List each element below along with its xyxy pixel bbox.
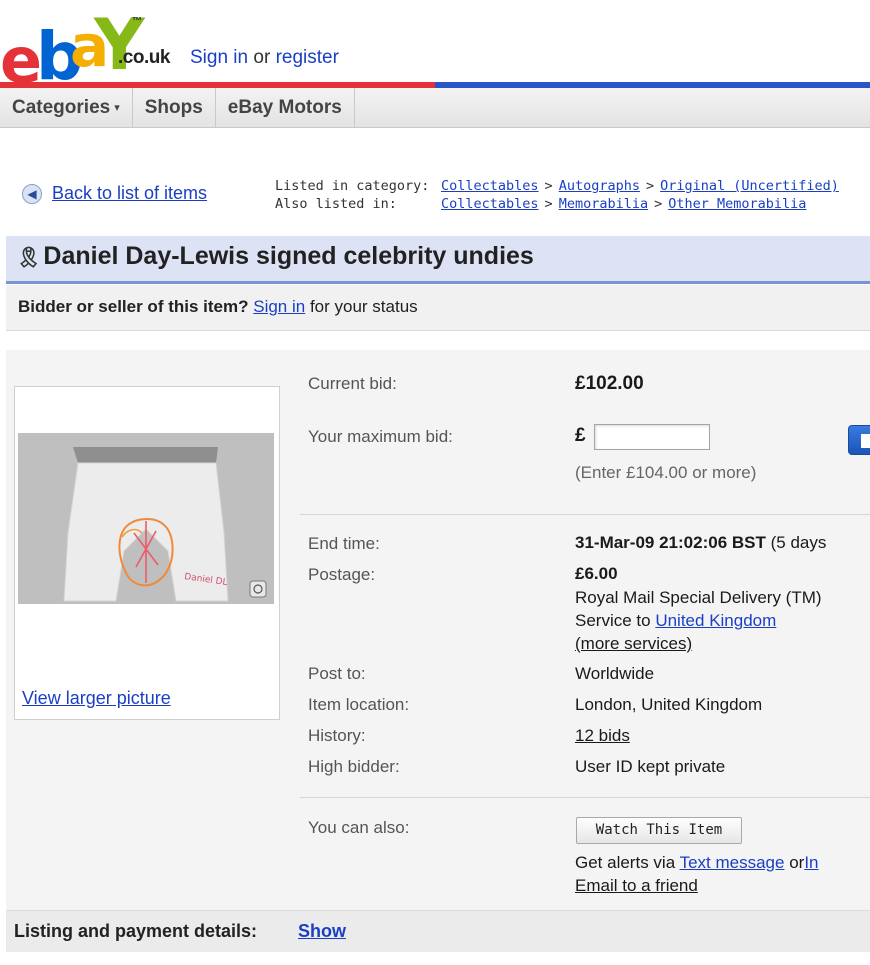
alerts-row: Get alerts via Text message orIn <box>575 853 819 873</box>
current-bid-value: £102.00 <box>575 373 644 394</box>
item-title: 🎗Daniel Day-Lewis signed celebrity undie… <box>16 242 534 271</box>
place-bid-button[interactable] <box>848 425 870 455</box>
history-label: History: <box>308 726 366 745</box>
service-to-text: Service to <box>575 611 651 630</box>
current-bid-label: Current bid: <box>308 374 397 393</box>
domain-suffix: .co.uk <box>118 47 170 68</box>
bidder-status-bar: Bidder or seller of this item? Sign in f… <box>6 285 870 331</box>
also-listed-row: Also listed in: Collectables > Memorabil… <box>275 196 839 214</box>
high-bidder-value: User ID kept private <box>575 757 726 776</box>
back-to-list-label: Back to list of items <box>52 183 208 203</box>
sign-in-link[interactable]: Sign in <box>190 47 248 68</box>
enter-bid-hint: (Enter £104.00 or more) <box>575 463 757 482</box>
register-link[interactable]: register <box>276 47 339 68</box>
alerts-text: Get alerts via <box>575 853 676 872</box>
tab-ebay-motors[interactable]: eBay Motors <box>216 88 355 128</box>
max-bid-label: Your maximum bid: <box>308 427 453 446</box>
ribbon-icon: 🎗 <box>16 247 42 269</box>
category-link[interactable]: Autographs <box>559 178 640 196</box>
tab-shops[interactable]: Shops <box>133 88 216 128</box>
breadcrumb-separator: > <box>654 196 663 212</box>
end-time-value: 31-Mar-09 21:02:06 BST (5 days <box>575 533 826 553</box>
logo-trademark: ™ <box>132 16 142 27</box>
alerts-link-2[interactable]: In <box>804 853 818 872</box>
end-time-label: End time: <box>308 534 380 553</box>
alerts-or: or <box>789 853 805 872</box>
category-link[interactable]: Memorabilia <box>559 196 648 214</box>
tab-ebay-motors-label: eBay Motors <box>227 97 342 118</box>
show-details-link[interactable]: Show <box>298 921 346 942</box>
service-to-link[interactable]: United Kingdom <box>655 611 776 630</box>
item-location-value: London, United Kingdom <box>575 695 763 714</box>
you-can-also-label: You can also: <box>308 818 410 837</box>
text-message-link[interactable]: Text message <box>680 853 785 872</box>
postage-service: Royal Mail Special Delivery (TM) <box>575 588 822 607</box>
tab-categories[interactable]: Categories ▾ <box>0 88 133 128</box>
more-services-link[interactable]: (more services) <box>575 634 692 654</box>
tab-shops-label: Shops <box>144 97 203 118</box>
status-sign-in-link[interactable]: Sign in <box>253 297 305 316</box>
category-link[interactable]: Collectables <box>441 178 539 196</box>
watch-item-button[interactable]: Watch This Item <box>576 817 742 844</box>
also-listed-label: Also listed in: <box>275 196 397 212</box>
item-photo[interactable]: Daniel DL <box>18 433 274 604</box>
bid-history-link[interactable]: 12 bids <box>575 726 630 746</box>
category-link[interactable]: Original (Uncertified) <box>660 178 839 196</box>
max-bid-input[interactable] <box>594 424 710 450</box>
currency-symbol: £ <box>575 425 586 446</box>
postage-price: £6.00 <box>575 564 618 583</box>
nav-tabs: Categories ▾ Shops eBay Motors <box>0 88 870 128</box>
section-divider <box>300 797 870 798</box>
section-divider <box>300 514 870 515</box>
item-location-label: Item location: <box>308 695 410 714</box>
item-title-bar: 🎗Daniel Day-Lewis signed celebrity undie… <box>6 236 870 284</box>
view-larger-picture-link[interactable]: View larger picture <box>22 688 171 709</box>
post-to-value: Worldwide <box>575 664 655 683</box>
bidder-status-text: Bidder or seller of this item? Sign in f… <box>18 297 418 317</box>
item-title-text: Daniel Day-Lewis signed celebrity undies <box>43 242 534 270</box>
listing-details-row: Listing and payment details: Show <box>6 910 870 952</box>
category-link[interactable]: Other Memorabilia <box>668 196 806 214</box>
category-link[interactable]: Collectables <box>441 196 539 214</box>
back-to-list-link[interactable]: ◀ Back to list of items <box>22 183 207 204</box>
category-breadcrumbs: Listed in category: Collectables > Autog… <box>275 178 839 214</box>
chevron-down-icon: ▾ <box>114 102 120 114</box>
listed-in-row: Listed in category: Collectables > Autog… <box>275 178 839 196</box>
service-to: Service to United Kingdom <box>575 611 776 631</box>
post-to-label: Post to: <box>308 664 366 683</box>
listed-in-label: Listed in category: <box>275 178 430 194</box>
header-links: Sign in or register <box>190 47 339 69</box>
tab-categories-label: Categories <box>12 97 111 119</box>
end-time-remaining: (5 days <box>770 533 827 552</box>
high-bidder-label: High bidder: <box>308 757 400 776</box>
back-arrow-icon: ◀ <box>22 183 42 204</box>
breadcrumb-separator: > <box>544 178 553 194</box>
underwear-photo-graphic: Daniel DL <box>18 433 274 604</box>
status-rest: for your status <box>309 297 418 316</box>
listing-details-label: Listing and payment details: <box>14 921 258 941</box>
page-bottom <box>0 952 870 965</box>
postage-label: Postage: <box>308 565 376 584</box>
end-time-date: 31-Mar-09 21:02:06 BST <box>575 533 766 552</box>
breadcrumb-separator: > <box>544 196 553 212</box>
status-question: Bidder or seller of this item? <box>18 297 249 316</box>
breadcrumb-separator: > <box>645 178 655 194</box>
or-text: or <box>253 47 271 68</box>
email-friend-link[interactable]: Email to a friend <box>575 876 698 896</box>
